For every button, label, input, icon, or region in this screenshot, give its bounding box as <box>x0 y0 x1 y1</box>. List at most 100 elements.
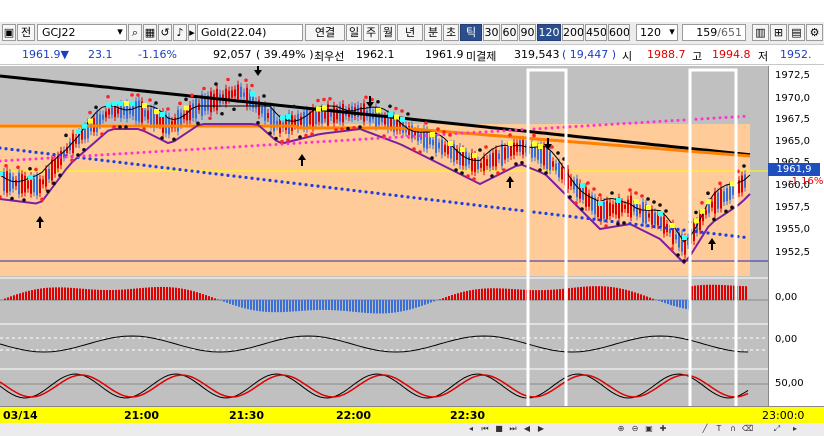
mode-year-button[interactable]: 년 <box>397 24 423 41</box>
magenta-dot <box>574 124 578 128</box>
magenta-dot <box>568 125 572 129</box>
blue-dot <box>94 157 98 162</box>
candle-body <box>156 114 158 125</box>
macd-bar <box>595 286 597 300</box>
interval-60-button[interactable]: 60 <box>501 24 518 41</box>
last-page-icon[interactable]: ⏭ <box>508 424 518 434</box>
magenta-dot <box>598 123 602 127</box>
macd-bar <box>367 300 369 314</box>
panel-icon[interactable]: ▤ <box>788 24 805 41</box>
calculator-icon[interactable]: ▦ <box>143 24 157 41</box>
candle-body <box>234 89 236 97</box>
blue-dot <box>730 234 734 238</box>
eraser-icon[interactable]: ⌫ <box>742 424 753 434</box>
mode-week-button[interactable]: 주 <box>363 24 379 41</box>
candle-body <box>6 171 8 193</box>
draw-line-icon[interactable]: ╱ <box>700 424 710 434</box>
candle-body <box>705 210 707 215</box>
macd-bar <box>556 289 558 300</box>
macd-bar <box>70 287 72 300</box>
layout-icon[interactable]: ▣ <box>2 24 16 41</box>
candle-body <box>180 112 182 125</box>
sar-dot <box>352 125 356 130</box>
blue-dot <box>406 195 410 199</box>
blue-dot <box>16 148 20 152</box>
grid-icon[interactable]: ⊞ <box>770 24 787 41</box>
magenta-dot <box>34 157 38 161</box>
sar-dot <box>622 221 626 225</box>
last-value: 1961.9 <box>425 48 464 61</box>
sar-dot <box>604 224 608 228</box>
interval-30-button[interactable]: 30 <box>483 24 500 41</box>
symbol-dropdown-icon[interactable]: ▾ <box>114 24 126 41</box>
interval-600-button[interactable]: 600 <box>608 24 630 41</box>
candle-body <box>246 87 248 107</box>
candle-body <box>513 142 515 156</box>
magenta-dot <box>316 140 320 144</box>
interval-90-button[interactable]: 90 <box>519 24 536 41</box>
scroll-left-icon[interactable]: ◂ <box>466 424 476 434</box>
crosshair-icon[interactable]: ✚ <box>658 424 668 434</box>
first-page-icon[interactable]: ⏮ <box>480 424 490 434</box>
candle-body <box>192 103 194 118</box>
mode-minute-button[interactable]: 분 <box>424 24 442 41</box>
macd-bar <box>193 291 195 300</box>
magenta-dot <box>340 138 344 142</box>
interval-120-button[interactable]: 120 <box>537 24 561 41</box>
sar-dot <box>100 132 104 136</box>
scroll-arrow-icon[interactable]: ▸ <box>188 24 196 41</box>
reset-icon[interactable]: ↺ <box>158 24 172 41</box>
macd-bar <box>658 300 660 301</box>
macd-bar <box>307 300 309 311</box>
macd-bar <box>583 286 585 300</box>
expand-icon[interactable]: ⤢ <box>772 424 782 434</box>
interval-200-button[interactable]: 200 <box>562 24 584 41</box>
macd-bar <box>226 300 228 303</box>
bar-chart-icon[interactable]: ▥ <box>752 24 769 41</box>
sound-icon[interactable]: ♪ <box>173 24 187 41</box>
fit-icon[interactable]: ▣ <box>644 424 654 434</box>
blue-dot <box>88 157 92 161</box>
step-forward-icon[interactable]: ▶ <box>536 424 546 434</box>
interval-450-button[interactable]: 450 <box>585 24 607 41</box>
price-chart-canvas[interactable] <box>0 66 768 406</box>
low-value: 1952. <box>780 48 812 61</box>
magnet-icon[interactable]: ∩ <box>728 424 738 434</box>
stop-icon[interactable]: ■ <box>494 424 504 434</box>
macd-bar <box>598 286 600 300</box>
settings-icon[interactable]: ⚙ <box>806 24 823 41</box>
candle-body <box>441 139 443 155</box>
macd-bar <box>730 285 732 300</box>
count-dropdown-icon[interactable]: ▾ <box>666 24 678 41</box>
mode-tick-button[interactable]: 틱 <box>460 24 482 41</box>
zoom-out-icon[interactable]: ⊖ <box>630 424 640 434</box>
macd-bar <box>13 295 15 300</box>
candle-body <box>333 105 335 123</box>
candle-body <box>147 110 149 120</box>
mode-day-button[interactable]: 일 <box>346 24 362 41</box>
macd-bar <box>637 293 639 300</box>
text-tool-icon[interactable]: T <box>714 424 724 434</box>
sar-dot <box>460 171 464 175</box>
blue-dot <box>430 198 434 202</box>
scroll-right-icon[interactable]: ▸ <box>790 424 800 434</box>
candle-body <box>741 175 743 193</box>
magenta-dot <box>472 131 476 135</box>
mode-second-button[interactable]: 초 <box>443 24 459 41</box>
step-back-icon[interactable]: ◀ <box>522 424 532 434</box>
blue-dot <box>676 227 680 231</box>
zoom-in-icon[interactable]: ⊕ <box>616 424 626 434</box>
sar-dot <box>466 174 470 178</box>
mode-month-button[interactable]: 월 <box>380 24 396 41</box>
macd-bar <box>418 300 420 307</box>
mode-link-button[interactable]: 연결 <box>305 24 345 41</box>
high-label: 고 <box>692 50 703 63</box>
side-toggle-button[interactable]: 전 <box>17 24 35 41</box>
search-icon[interactable]: ⌕ <box>128 24 142 41</box>
candle-body <box>39 178 41 194</box>
candle-body <box>675 234 677 240</box>
macd-bar <box>229 300 231 304</box>
candle-body <box>24 175 26 193</box>
macd-bar <box>376 300 378 314</box>
magenta-dot <box>46 156 50 160</box>
